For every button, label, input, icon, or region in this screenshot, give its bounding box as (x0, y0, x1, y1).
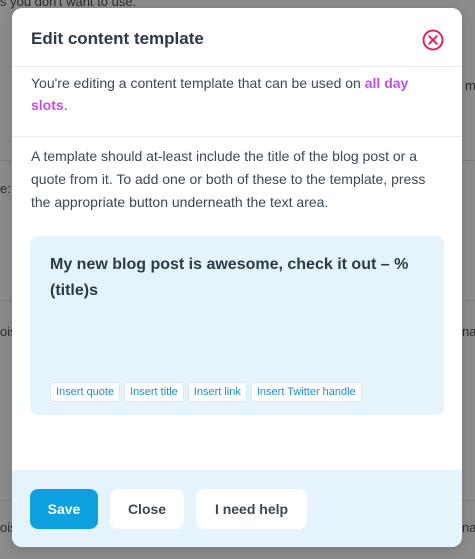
modal-title: Edit content template (31, 29, 204, 48)
section-divider (12, 136, 462, 137)
modal-header: Edit content template (12, 8, 462, 67)
instructions-text: A template should at-least include the t… (31, 148, 426, 210)
template-editor[interactable]: My new blog post is awesome, check it ou… (30, 236, 444, 415)
background-text: e: (0, 181, 11, 196)
intro-suffix: . (63, 97, 68, 113)
help-button[interactable]: I need help (196, 489, 307, 529)
intro-text: You're editing a content template that c… (31, 72, 443, 116)
insert-title-button[interactable]: Insert title (124, 382, 184, 402)
insert-twitter-handle-button[interactable]: Insert Twitter handle (250, 382, 362, 402)
background-text: na (462, 324, 475, 339)
close-circle-icon[interactable] (422, 29, 444, 51)
insert-link-button[interactable]: Insert link (187, 382, 247, 402)
modal-footer: Save Close I need help (12, 470, 462, 547)
insert-quote-button[interactable]: Insert quote (50, 382, 121, 402)
edit-template-modal: Edit content template You're editing a c… (12, 8, 462, 547)
save-button[interactable]: Save (30, 489, 98, 529)
template-textarea[interactable]: My new blog post is awesome, check it ou… (50, 252, 422, 304)
intro-prefix: You're editing a content template that c… (31, 75, 365, 91)
insert-buttons-row: Insert quote Insert title Insert link In… (50, 382, 362, 402)
background-text: na (462, 520, 475, 535)
close-button[interactable]: Close (110, 489, 184, 529)
background-text: m (465, 78, 475, 93)
